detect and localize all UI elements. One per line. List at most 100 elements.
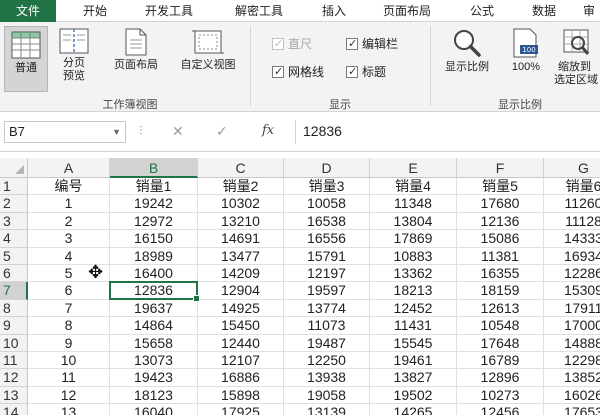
cell-b11[interactable]: 13073	[110, 352, 198, 370]
tab-review[interactable]: 审	[578, 0, 600, 22]
formula-bar-checkbox[interactable]: 编辑栏	[346, 36, 398, 52]
column-header-g[interactable]: G	[544, 158, 600, 178]
cell-b5[interactable]: 18989	[110, 247, 198, 265]
cell-g11[interactable]: 12298	[544, 352, 600, 370]
ruler-checkbox[interactable]: 直尺	[272, 36, 312, 52]
cell-a8[interactable]: 7	[28, 299, 110, 318]
row-header-13[interactable]: 13	[0, 386, 28, 405]
cell-c11[interactable]: 12107	[198, 352, 284, 370]
column-header-d[interactable]: D	[284, 158, 370, 178]
tab-page-layout[interactable]: 页面布局	[372, 0, 442, 22]
cell-d6[interactable]: 12197	[284, 265, 370, 283]
row-header-10[interactable]: 10	[0, 334, 28, 352]
cell-f14[interactable]: 12456	[457, 404, 544, 415]
cell-e12[interactable]: 13827	[370, 369, 457, 387]
row-header-5[interactable]: 5	[0, 247, 28, 265]
cell-b2[interactable]: 19242	[110, 195, 198, 213]
cell-b12[interactable]: 19423	[110, 369, 198, 387]
cell-g7[interactable]: 15309	[544, 282, 600, 300]
check-icon[interactable]: ✓	[216, 123, 228, 140]
row-header-4[interactable]: 4	[0, 230, 28, 248]
cell-f9[interactable]: 10548	[457, 317, 544, 335]
cell-d3[interactable]: 16538	[284, 212, 370, 231]
cell-f7[interactable]: 18159	[457, 282, 544, 300]
cell-c1[interactable]: 销量2	[198, 178, 284, 196]
cell-a10[interactable]: 9	[28, 334, 110, 352]
cell-d13[interactable]: 19058	[284, 386, 370, 405]
close-icon[interactable]: ✕	[172, 123, 184, 140]
cell-e7[interactable]: 18213	[370, 282, 457, 300]
cell-c5[interactable]: 13477	[198, 247, 284, 265]
tab-home[interactable]: 开始	[66, 0, 124, 22]
cell-f5[interactable]: 11381	[457, 247, 544, 265]
cell-b10[interactable]: 15658	[110, 334, 198, 352]
cell-b3[interactable]: 12972	[110, 212, 198, 231]
formula-input[interactable]: 12836	[303, 123, 342, 139]
cell-f6[interactable]: 16355	[457, 265, 544, 283]
cell-b6[interactable]: 16400	[110, 265, 198, 283]
tab-data[interactable]: 数据	[520, 0, 568, 22]
page-break-preview-button[interactable]: 分页 预览	[54, 28, 94, 94]
cell-g13[interactable]: 16026	[544, 387, 600, 405]
tab-decrypt-tools[interactable]: 解密工具	[222, 0, 296, 22]
cell-c8[interactable]: 14925	[198, 299, 284, 318]
custom-views-button[interactable]: 自定义视图	[172, 28, 244, 94]
row-header-7[interactable]: 7	[0, 282, 28, 300]
column-header-c[interactable]: C	[198, 158, 284, 178]
cell-f1[interactable]: 销量5	[457, 178, 544, 196]
cell-a7[interactable]: 6	[28, 282, 110, 300]
row-header-8[interactable]: 8	[0, 299, 28, 318]
cell-f10[interactable]: 17648	[457, 334, 544, 352]
cell-e14[interactable]: 14265	[370, 404, 457, 415]
cell-d7[interactable]: 19597	[284, 282, 370, 300]
cell-a11[interactable]: 10	[28, 352, 110, 370]
row-header-12[interactable]: 12	[0, 369, 28, 387]
name-box[interactable]: B7 ▼	[4, 121, 126, 143]
cell-d12[interactable]: 13938	[284, 369, 370, 387]
cell-d1[interactable]: 销量3	[284, 178, 370, 196]
column-header-a[interactable]: A	[28, 158, 110, 178]
cell-f13[interactable]: 10273	[457, 386, 544, 405]
cell-b7[interactable]: 12836	[110, 282, 198, 300]
row-header-1[interactable]: 1	[0, 178, 28, 196]
row-header-9[interactable]: 9	[0, 317, 28, 335]
cell-d8[interactable]: 13774	[284, 299, 370, 318]
cell-g9[interactable]: 17000	[544, 317, 600, 335]
cell-e9[interactable]: 11431	[370, 317, 457, 335]
cell-e6[interactable]: 13362	[370, 265, 457, 283]
cell-f3[interactable]: 12136	[457, 212, 544, 231]
cell-e1[interactable]: 销量4	[370, 178, 457, 196]
cell-e3[interactable]: 13804	[370, 212, 457, 231]
cell-b1[interactable]: 销量1	[110, 178, 198, 196]
cell-b13[interactable]: 18123	[110, 386, 198, 405]
worksheet-grid[interactable]: A B C D E F G 1 编号 销量1 销量2 销量3 销量4 销量5 销量6 2 1 19242 10302…	[0, 152, 600, 415]
cell-a12[interactable]: 11	[28, 369, 110, 387]
cell-f2[interactable]: 17680	[457, 195, 544, 213]
column-header-b[interactable]: B	[110, 158, 198, 178]
tab-file[interactable]: 文件	[0, 0, 56, 22]
tab-formulas[interactable]: 公式	[458, 0, 506, 22]
cell-f11[interactable]: 16789	[457, 352, 544, 370]
cell-d10[interactable]: 19487	[284, 334, 370, 352]
cell-g5[interactable]: 16934	[544, 248, 600, 265]
cell-d2[interactable]: 10058	[284, 195, 370, 213]
cell-c12[interactable]: 16886	[198, 369, 284, 387]
cell-g3[interactable]: 11128	[544, 213, 600, 231]
cell-e2[interactable]: 11348	[370, 195, 457, 213]
cell-g2[interactable]: 11260	[544, 195, 600, 213]
select-all-corner[interactable]	[0, 158, 28, 178]
cell-a1[interactable]: 编号	[28, 178, 110, 196]
tab-insert[interactable]: 插入	[310, 0, 358, 22]
cell-e5[interactable]: 10883	[370, 247, 457, 265]
cell-d5[interactable]: 15791	[284, 247, 370, 265]
row-header-14[interactable]: 14	[0, 404, 28, 415]
cell-g6[interactable]: 12286	[544, 265, 600, 283]
cell-b4[interactable]: 16150	[110, 230, 198, 248]
cell-b9[interactable]: 14864	[110, 317, 198, 335]
row-header-3[interactable]: 3	[0, 212, 28, 231]
cell-a14[interactable]: 13	[28, 404, 110, 415]
tab-developer[interactable]: 开发工具	[134, 0, 204, 22]
row-header-2[interactable]: 2	[0, 195, 28, 213]
cell-g4[interactable]: 14333	[544, 230, 600, 248]
cell-e13[interactable]: 19502	[370, 386, 457, 405]
